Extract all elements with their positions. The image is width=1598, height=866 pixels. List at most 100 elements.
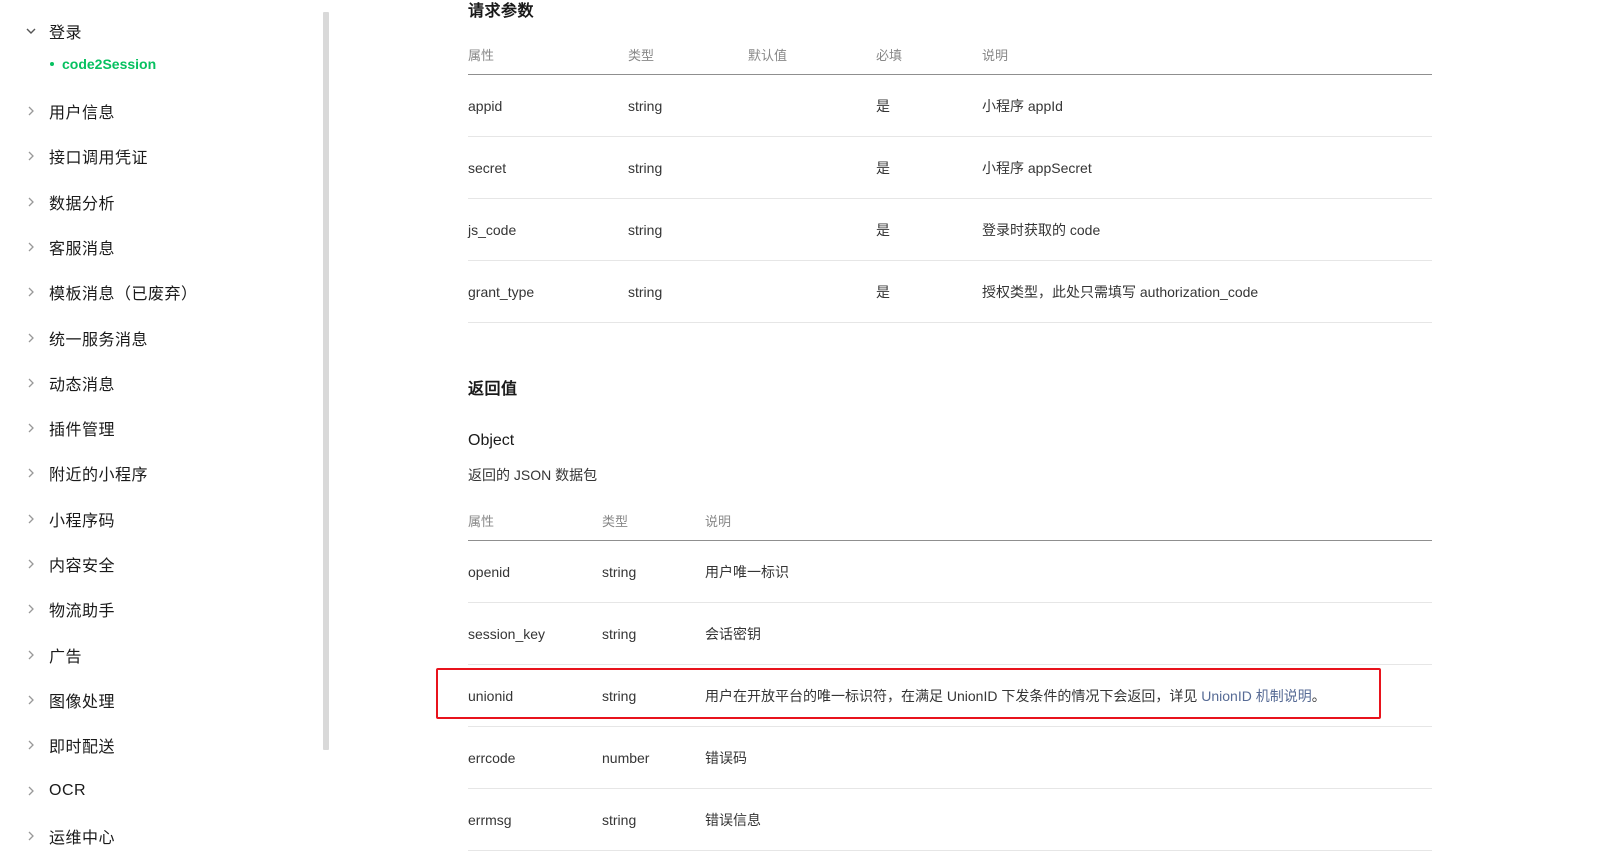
unionid-desc-text: 用户在开放平台的唯一标识符，在满足 UnionID 下发条件的情况下会返回，详见	[705, 687, 1202, 704]
sidebar-item-login[interactable]: 登录	[0, 16, 300, 46]
table-cell: 登录时获取的 code	[982, 198, 1432, 261]
chevron-right-icon	[23, 284, 39, 300]
sidebar-item[interactable]: 小程序码	[0, 504, 300, 534]
table-row: appid string 是小程序 appId	[468, 74, 1432, 137]
sidebar-item[interactable]: 附近的小程序	[0, 458, 300, 488]
table-row: openid string 用户唯一标识	[468, 540, 1432, 603]
sidebar-item[interactable]: 物流助手	[0, 594, 300, 624]
chevron-right-icon	[23, 330, 39, 346]
sidebar-item-label: 接口调用凭证	[49, 150, 149, 168]
sidebar-item[interactable]: 广告	[0, 640, 300, 670]
table-cell: 授权类型，此处只需填写 authorization_code	[982, 260, 1432, 323]
bullet-dot-icon	[50, 62, 54, 66]
table-cell: session_key	[468, 602, 602, 665]
table-row: session_key string 会话密钥	[468, 602, 1432, 665]
table-row: unionid string 用户在开放平台的唯一标识符，在满足 UnionID 下…	[468, 664, 1432, 727]
sidebar-item-label: 广告	[49, 648, 83, 666]
section-title-request: 请求参数	[468, 3, 535, 20]
chevron-down-icon	[23, 23, 39, 39]
chevron-right-icon	[23, 148, 39, 164]
sidebar-item[interactable]: 动态消息	[0, 368, 300, 398]
table-cell: grant_type	[468, 260, 628, 323]
sidebar-item-label: 小程序码	[49, 512, 116, 530]
sidebar-item[interactable]: OCR	[0, 776, 300, 806]
sidebar-item[interactable]: 数据分析	[0, 187, 300, 217]
table-row: errcode number 错误码	[468, 726, 1432, 789]
table-cell: 是	[876, 74, 982, 137]
col-header: 说明	[982, 34, 1432, 75]
unionid-desc-suffix: 。	[1311, 687, 1326, 704]
table-cell: secret	[468, 136, 628, 199]
table-cell: 是	[876, 260, 982, 323]
object-description: 返回的 JSON 数据包	[468, 467, 598, 483]
sidebar-item-label: 数据分析	[49, 195, 116, 213]
chevron-right-icon	[23, 465, 39, 481]
chevron-right-icon	[23, 692, 39, 708]
chevron-right-icon	[23, 194, 39, 210]
object-title: Object	[468, 432, 515, 449]
table-cell: appid	[468, 74, 628, 137]
table-cell	[748, 136, 876, 199]
table-cell: number	[602, 726, 705, 789]
table-cell: 用户唯一标识	[705, 540, 1432, 603]
table-cell: errcode	[468, 726, 602, 789]
sidebar-item-label: 图像处理	[49, 693, 116, 711]
table-cell: 用户在开放平台的唯一标识符，在满足 UnionID 下发条件的情况下会返回，详见…	[705, 664, 1432, 727]
sidebar-item-label: 登录	[49, 25, 83, 42]
table-cell: string	[628, 260, 748, 323]
sidebar-item[interactable]: 内容安全	[0, 549, 300, 579]
sidebar-item[interactable]: 统一服务消息	[0, 323, 300, 353]
col-header: 默认值	[748, 34, 876, 75]
sidebar-item-label: 用户信息	[49, 105, 116, 122]
sidebar-item[interactable]: 即时配送	[0, 730, 300, 760]
request-params-table: 属性 类型 默认值 必填 说明 appid string 是小程序 appId sec…	[468, 34, 1432, 323]
sidebar-item-label: 统一服务消息	[49, 331, 149, 349]
sidebar-item[interactable]: 用户信息	[0, 96, 300, 126]
sidebar-item-label: 客服消息	[49, 240, 116, 258]
table-row: errmsg string 错误信息	[468, 788, 1432, 851]
table-row: grant_type string 是授权类型，此处只需填写 authorizati…	[468, 260, 1432, 323]
col-header: 说明	[705, 500, 1432, 541]
sidebar-subitem-code2session[interactable]: code2Session	[50, 54, 156, 74]
col-header: 类型	[628, 34, 748, 75]
chevron-right-icon	[23, 103, 39, 119]
sidebar-item-label: 插件管理	[49, 422, 116, 440]
table-cell	[748, 260, 876, 323]
sidebar-item[interactable]: 客服消息	[0, 232, 300, 262]
chevron-right-icon	[23, 420, 39, 436]
chevron-right-icon	[23, 239, 39, 255]
sidebar-item-label: 附近的小程序	[49, 467, 149, 485]
sidebar-item[interactable]: 模板消息（已废弃）	[0, 277, 300, 307]
table-cell: string	[628, 74, 748, 137]
col-header: 类型	[602, 500, 705, 541]
sidebar-nav: 登录 code2Session 用户信息接口调用凭证 数据分析客服消息模板消息（已…	[0, 0, 318, 866]
chevron-right-icon	[23, 511, 39, 527]
sidebar-item[interactable]: 运维中心	[0, 821, 300, 851]
chevron-right-icon	[23, 828, 39, 844]
table-cell: unionid	[468, 664, 602, 727]
chevron-right-icon	[23, 647, 39, 663]
unionid-doc-link[interactable]: UnionID 机制说明	[1201, 688, 1311, 704]
table-cell	[748, 74, 876, 137]
sidebar-scrollbar[interactable]	[323, 12, 329, 750]
chevron-right-icon	[23, 783, 39, 799]
response-fields-table: 属性 类型 说明 openid string 用户唯一标识 session_key st…	[468, 500, 1432, 851]
table-cell: js_code	[468, 198, 628, 261]
table-cell: errmsg	[468, 788, 602, 851]
table-cell	[748, 198, 876, 261]
sidebar-item[interactable]: 图像处理	[0, 685, 300, 715]
table-cell: 会话密钥	[705, 602, 1432, 665]
table-cell: 小程序 appId	[982, 74, 1432, 137]
chevron-right-icon	[23, 375, 39, 391]
sidebar-item[interactable]: 接口调用凭证	[0, 141, 300, 171]
sidebar-item-label: 即时配送	[49, 739, 116, 757]
table-cell: 小程序 appSecret	[982, 136, 1432, 199]
table-row: secret string 是小程序 appSecret	[468, 136, 1432, 199]
table-cell: 是	[876, 136, 982, 199]
table-cell: 错误码	[705, 726, 1432, 789]
col-header: 必填	[876, 34, 982, 75]
sidebar-item[interactable]: 插件管理	[0, 413, 300, 443]
chevron-right-icon	[23, 601, 39, 617]
col-header: 属性	[468, 500, 602, 541]
chevron-right-icon	[23, 737, 39, 753]
